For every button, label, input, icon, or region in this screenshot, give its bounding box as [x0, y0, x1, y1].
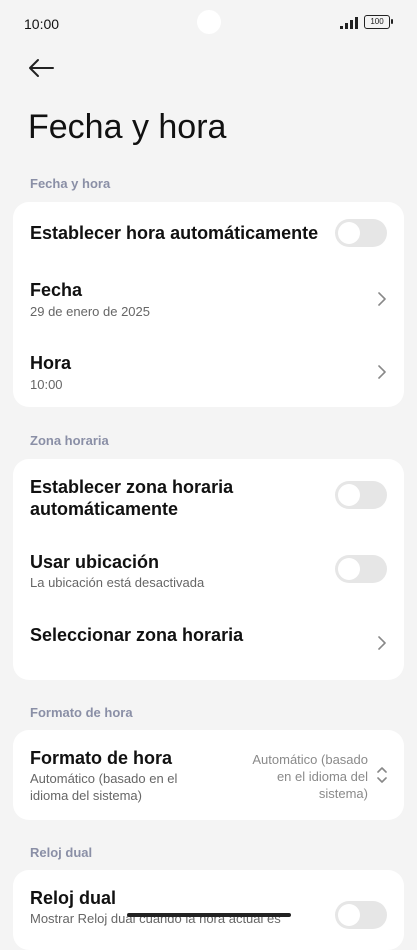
- time-format-value-1: Automático (basado: [252, 752, 368, 767]
- card-timezone: Establecer zona horaria automáticamente …: [13, 459, 404, 680]
- signal-icon: [340, 17, 358, 29]
- dual-clock-label: Reloj dual: [30, 888, 117, 908]
- row-auto-time[interactable]: Establecer hora automáticamente: [13, 202, 404, 264]
- use-location-toggle[interactable]: [335, 555, 387, 583]
- use-location-subtitle: La ubicación está desactivada: [30, 575, 205, 590]
- page-title: Fecha y hora: [28, 108, 227, 146]
- arrow-left-icon: [29, 59, 54, 77]
- card-date-time: Establecer hora automáticamente Fecha 29…: [13, 202, 404, 407]
- battery-icon: 100: [364, 15, 394, 29]
- row-time-format[interactable]: Formato de hora Automático (basado en el…: [13, 730, 404, 820]
- row-date[interactable]: Fecha 29 de enero de 2025: [13, 264, 404, 336]
- chevron-right-icon: [378, 292, 386, 306]
- auto-time-label: Establecer hora automáticamente: [30, 223, 319, 243]
- status-time: 10:00: [24, 16, 60, 32]
- row-auto-timezone[interactable]: Establecer zona horaria automáticamente: [13, 459, 404, 535]
- time-value: 10:00: [30, 377, 63, 392]
- home-indicator[interactable]: [127, 913, 291, 917]
- section-label-dual-clock: Reloj dual: [30, 845, 93, 860]
- row-select-timezone[interactable]: Seleccionar zona horaria: [13, 607, 404, 680]
- date-label: Fecha: [30, 280, 83, 300]
- section-label-time-format: Formato de hora: [30, 705, 133, 720]
- row-dual-clock[interactable]: Reloj dual Mostrar Reloj dual cuando la …: [13, 870, 404, 929]
- chevron-right-icon: [378, 365, 386, 379]
- select-timezone-label: Seleccionar zona horaria: [30, 625, 244, 645]
- status-bar: 10:00 100: [0, 0, 417, 48]
- battery-level: 100: [364, 15, 390, 29]
- time-format-label: Formato de hora: [30, 748, 173, 768]
- section-label-timezone: Zona horaria: [30, 433, 109, 448]
- card-time-format: Formato de hora Automático (basado en el…: [13, 730, 404, 820]
- time-format-subtitle-1: Automático (basado en el: [30, 771, 178, 786]
- time-format-subtitle-2: idioma del sistema): [30, 788, 142, 803]
- section-label-date-time: Fecha y hora: [30, 176, 111, 191]
- use-location-label: Usar ubicación: [30, 552, 160, 572]
- auto-timezone-label-2: automáticamente: [30, 499, 179, 519]
- camera-cutout: [197, 10, 221, 34]
- chevron-right-icon: [378, 636, 386, 650]
- back-button[interactable]: [26, 56, 60, 84]
- auto-time-toggle[interactable]: [335, 219, 387, 247]
- chevron-up-down-icon[interactable]: [376, 766, 388, 784]
- time-format-value-3: sistema): [318, 786, 368, 801]
- time-format-value-2: en el idioma del: [276, 769, 368, 784]
- auto-timezone-toggle[interactable]: [335, 481, 387, 509]
- time-label: Hora: [30, 353, 72, 373]
- dual-clock-toggle[interactable]: [335, 901, 387, 929]
- date-value: 29 de enero de 2025: [30, 304, 150, 319]
- card-dual-clock: Reloj dual Mostrar Reloj dual cuando la …: [13, 870, 404, 950]
- row-use-location[interactable]: Usar ubicación La ubicación está desacti…: [13, 535, 404, 607]
- auto-timezone-label-1: Establecer zona horaria: [30, 477, 234, 497]
- row-time[interactable]: Hora 10:00: [13, 336, 404, 407]
